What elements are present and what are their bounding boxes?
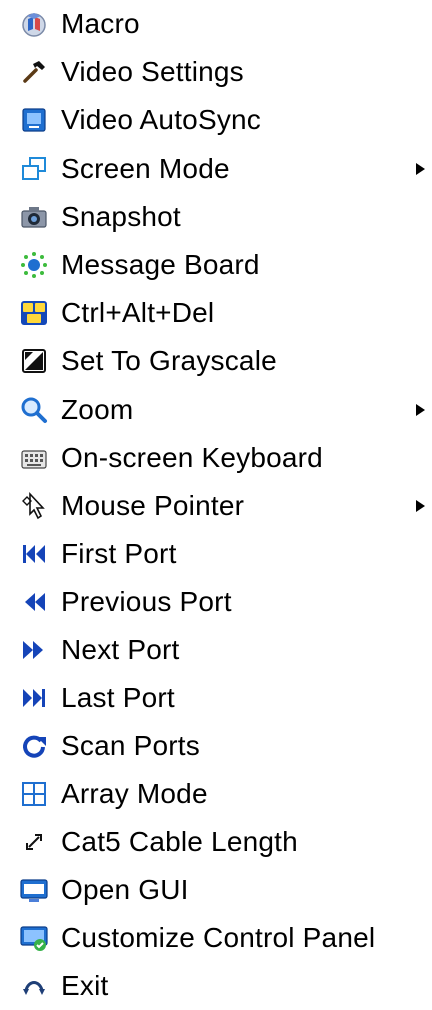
menu-item-cat5-cable-length[interactable]: Cat5 Cable Length [0,818,432,866]
menu-item-zoom[interactable]: Zoom [0,386,432,434]
menu-item-open-gui[interactable]: Open GUI [0,866,432,914]
cable-length-icon [10,824,58,860]
menu-item-label: On-screen Keyboard [61,442,323,473]
last-port-icon [10,680,58,716]
submenu-arrow-icon [416,404,425,416]
menu-item-label: Open GUI [61,874,189,905]
menu-item-label: Video AutoSync [61,104,261,135]
array-mode-icon [10,776,58,812]
menu-item-label: Cat5 Cable Length [61,826,298,857]
menu-item-set-to-grayscale[interactable]: Set To Grayscale [0,337,432,385]
menu-item-label: Ctrl+Alt+Del [61,297,215,328]
menu-item-label: Zoom [61,394,134,425]
mouse-pointer-icon [10,488,58,524]
submenu-arrow-icon [416,163,425,175]
menu-item-label: Array Mode [61,778,208,809]
scan-ports-icon [10,728,58,764]
submenu-arrow-icon [416,500,425,512]
menu-item-macro[interactable]: Macro [0,0,432,48]
menu-item-label: Mouse Pointer [61,490,245,521]
menu-item-label: Scan Ports [61,730,200,761]
grayscale-icon [10,343,58,379]
ctrl-alt-del-icon [10,295,58,331]
macro-icon [10,6,58,42]
control-panel-icon [10,920,58,956]
keyboard-icon [10,440,58,476]
exit-icon [10,968,58,1004]
menu-item-scan-ports[interactable]: Scan Ports [0,722,432,770]
menu-item-label: First Port [61,538,177,569]
menu-item-ctrl-alt-del[interactable]: Ctrl+Alt+Del [0,289,432,337]
screen-mode-icon [10,151,58,187]
menu-item-snapshot[interactable]: Snapshot [0,193,432,241]
menu-item-label: Exit [61,970,109,1001]
menu-item-next-port[interactable]: Next Port [0,626,432,674]
menu-item-message-board[interactable]: Message Board [0,241,432,289]
menu-item-video-autosync[interactable]: Video AutoSync [0,96,432,144]
previous-port-icon [10,584,58,620]
gui-icon [10,872,58,908]
hammer-icon [10,54,58,90]
message-board-icon [10,247,58,283]
menu-item-screen-mode[interactable]: Screen Mode [0,145,432,193]
menu-item-label: Customize Control Panel [61,922,376,953]
next-port-icon [10,632,58,668]
menu-item-exit[interactable]: Exit [0,962,432,1010]
menu-item-previous-port[interactable]: Previous Port [0,578,432,626]
first-port-icon [10,536,58,572]
menu-item-mouse-pointer[interactable]: Mouse Pointer [0,482,432,530]
menu-item-first-port[interactable]: First Port [0,530,432,578]
menu-item-label: Video Settings [61,56,244,87]
menu-item-label: Message Board [61,249,260,280]
menu-item-label: Set To Grayscale [61,345,277,376]
menu-item-label: Next Port [61,634,180,665]
menu-item-label: Last Port [61,682,175,713]
camera-icon [10,199,58,235]
menu-item-customize-control-panel[interactable]: Customize Control Panel [0,914,432,962]
menu-item-video-settings[interactable]: Video Settings [0,48,432,96]
video-autosync-icon [10,102,58,138]
menu-item-label: Screen Mode [61,153,230,184]
menu-item-label: Macro [61,8,140,39]
menu-item-label: Snapshot [61,201,181,232]
zoom-icon [10,392,58,428]
context-menu: Macro Video Settings Video AutoSync Scre… [0,0,432,1004]
menu-item-on-screen-keyboard[interactable]: On-screen Keyboard [0,434,432,482]
menu-item-label: Previous Port [61,586,232,617]
menu-item-last-port[interactable]: Last Port [0,674,432,722]
menu-item-array-mode[interactable]: Array Mode [0,770,432,818]
